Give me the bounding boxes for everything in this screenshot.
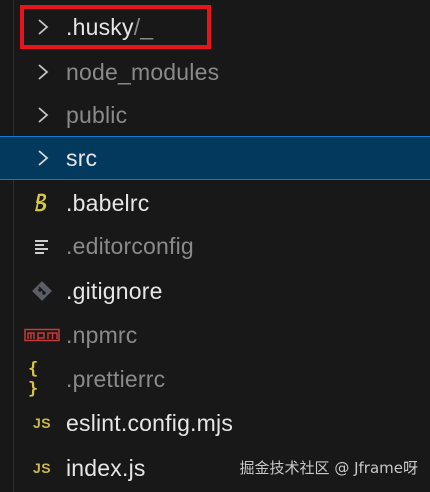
javascript-icon: JS bbox=[32, 415, 52, 431]
tree-item-babelrc[interactable]: .babelrc bbox=[0, 181, 430, 225]
tree-item-node-modules[interactable]: node_modules bbox=[0, 50, 430, 94]
git-icon bbox=[30, 279, 54, 303]
file-label: eslint.config.mjs bbox=[66, 409, 234, 436]
file-label: .prettierrc bbox=[66, 365, 166, 392]
file-explorer: .husky/_ node_modules public src .babelr… bbox=[0, 0, 430, 492]
file-label: index.js bbox=[66, 454, 146, 481]
folder-label: public bbox=[66, 101, 128, 128]
babel-icon bbox=[30, 191, 54, 215]
highlight-box bbox=[20, 5, 211, 49]
file-label: .gitignore bbox=[66, 277, 163, 304]
chevron-right-icon[interactable] bbox=[34, 61, 52, 83]
file-label: .npmrc bbox=[66, 321, 138, 348]
tree-item-editorconfig[interactable]: .editorconfig bbox=[0, 224, 430, 268]
tree-item-prettierrc[interactable]: { } .prettierrc bbox=[0, 357, 430, 401]
tree-item-public[interactable]: public bbox=[0, 93, 430, 137]
file-label: .editorconfig bbox=[66, 232, 194, 259]
folder-label: src bbox=[66, 144, 98, 171]
npm-icon bbox=[24, 323, 60, 347]
tree-item-src[interactable]: src bbox=[0, 136, 430, 180]
folder-label: node_modules bbox=[66, 58, 220, 85]
javascript-icon: JS bbox=[32, 460, 52, 476]
tree-item-gitignore[interactable]: .gitignore bbox=[0, 269, 430, 313]
file-label: .babelrc bbox=[66, 189, 150, 216]
chevron-right-icon[interactable] bbox=[34, 147, 52, 169]
tree-item-eslint-config[interactable]: JS eslint.config.mjs bbox=[0, 401, 430, 445]
watermark: 掘金技术社区 @ Jframe呀 bbox=[239, 459, 418, 477]
chevron-right-icon[interactable] bbox=[34, 104, 52, 126]
tree-item-npmrc[interactable]: .npmrc bbox=[0, 313, 430, 357]
editorconfig-icon bbox=[30, 234, 54, 258]
json-braces-icon: { } bbox=[28, 359, 39, 399]
